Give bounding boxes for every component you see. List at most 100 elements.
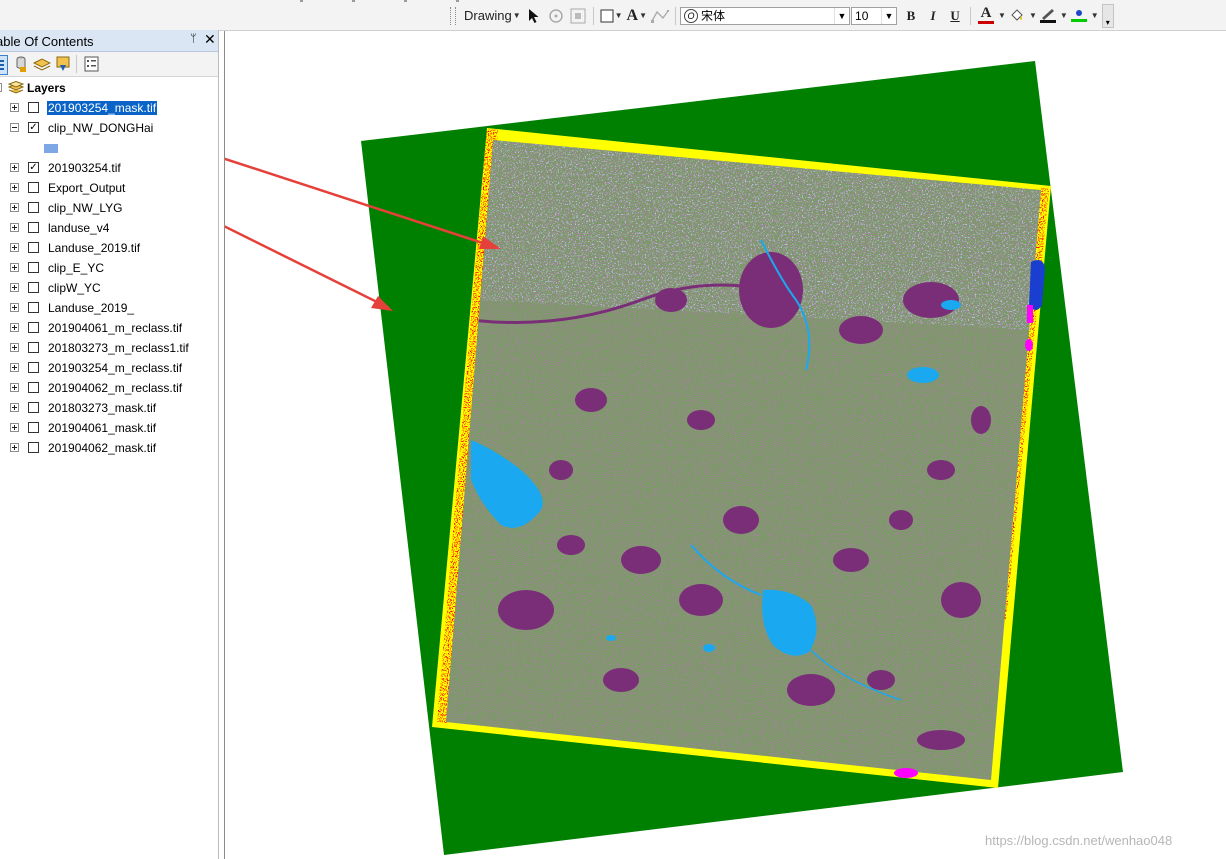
layer-visibility-checkbox[interactable] [28,262,39,273]
expand-icon[interactable] [10,443,19,452]
toolbar-handle[interactable] [450,6,456,25]
layer-name[interactable]: 201904062_m_reclass.tif [47,381,183,395]
expand-icon[interactable] [10,163,19,172]
rotate-icon[interactable] [547,6,565,26]
layer-visibility-checkbox[interactable] [28,302,39,313]
toc-title-bar[interactable]: able Of Contents ᛘ ✕ [0,30,218,52]
expand-icon[interactable] [10,203,19,212]
options-icon[interactable] [83,55,101,73]
layer-visibility-checkbox[interactable] [28,442,39,453]
layers-root[interactable]: Layers [0,78,218,98]
select-elements-icon[interactable] [525,6,543,26]
layer-row[interactable]: Export_Output [0,178,218,198]
chevron-down-icon[interactable]: ▼ [1091,11,1099,20]
layer-visibility-checkbox[interactable] [28,182,39,193]
layer-name[interactable]: 201904061_mask.tif [47,421,157,435]
chevron-down-icon[interactable]: ▼ [1060,11,1068,20]
layer-name[interactable]: 201903254.tif [47,161,122,175]
layer-visibility-checkbox[interactable] [28,362,39,373]
layer-visibility-checkbox[interactable]: ✓ [28,122,39,133]
layer-row[interactable]: 201904062_m_reclass.tif [0,378,218,398]
list-by-drawing-order-icon[interactable] [0,55,8,75]
layer-name[interactable]: 201803273_m_reclass1.tif [47,341,190,355]
layer-name[interactable]: 201904062_mask.tif [47,441,157,455]
layer-row[interactable]: 201903254_mask.tif [0,98,218,118]
line-color-icon[interactable] [1039,6,1057,26]
layer-visibility-checkbox[interactable] [28,102,39,113]
font-size-select[interactable]: 10 ▼ [851,6,898,25]
layer-visibility-checkbox[interactable] [28,342,39,353]
layer-row[interactable]: clipW_YC [0,278,218,298]
toolbar-overflow-icon[interactable]: ▾ [1101,3,1114,28]
expand-icon[interactable] [10,423,19,432]
close-icon[interactable]: ✕ [204,31,216,48]
font-color-button[interactable]: A [977,6,995,26]
layer-row[interactable]: Landuse_2019.tif [0,238,218,258]
layer-row[interactable]: 201904062_mask.tif [0,438,218,458]
layer-row[interactable]: Landuse_2019_ [0,298,218,318]
layer-name[interactable]: Landuse_2019.tif [47,241,141,255]
layer-row[interactable]: clip_NW_LYG [0,198,218,218]
expand-icon[interactable] [10,103,19,112]
expand-icon[interactable] [10,183,19,192]
layer-name[interactable]: clip_NW_LYG [47,201,123,215]
layer-name[interactable]: 201803273_mask.tif [47,401,157,415]
layer-row[interactable]: 201803273_mask.tif [0,398,218,418]
layer-name[interactable]: 201903254_mask.tif [47,101,158,115]
underline-button[interactable]: U [946,6,964,26]
list-by-source-icon[interactable] [12,55,30,73]
list-by-selection-icon[interactable] [54,55,72,73]
expand-icon[interactable] [10,383,19,392]
expand-icon[interactable] [10,223,19,232]
layers-root-expander[interactable] [0,83,2,92]
rectangle-tool-icon[interactable]: ▼ [600,6,623,26]
layer-visibility-checkbox[interactable] [28,222,39,233]
layer-visibility-checkbox[interactable] [28,402,39,413]
layer-row[interactable]: 201803273_m_reclass1.tif [0,338,218,358]
list-by-visibility-icon[interactable] [32,55,52,73]
expand-icon[interactable] [10,363,19,372]
pin-icon[interactable]: ᛘ [190,33,197,45]
italic-button[interactable]: I [924,6,942,26]
expand-icon[interactable] [10,263,19,272]
layer-visibility-checkbox[interactable] [28,202,39,213]
layer-row[interactable]: clip_E_YC [0,258,218,278]
zoom-to-selected-icon[interactable] [569,6,587,26]
bold-button[interactable]: B [902,6,920,26]
layer-name[interactable]: clipW_YC [47,281,102,295]
expand-icon[interactable] [10,343,19,352]
font-name-select[interactable]: O 宋体 ▼ [680,6,851,25]
chevron-down-icon[interactable]: ▼ [998,11,1006,20]
layer-name[interactable]: 201903254_m_reclass.tif [47,361,183,375]
layer-name[interactable]: clip_E_YC [47,261,105,275]
layer-name[interactable]: 201904061_m_reclass.tif [47,321,183,335]
map-view[interactable] [224,31,1226,859]
layer-visibility-checkbox[interactable]: ✓ [28,162,39,173]
layer-row[interactable]: ✓ 201903254.tif [0,158,218,178]
layer-row[interactable]: 201904061_m_reclass.tif [0,318,218,338]
edit-vertices-icon[interactable] [651,6,670,26]
drawing-menu[interactable]: Drawing ▼ [464,6,521,26]
expand-icon[interactable] [10,243,19,252]
layer-visibility-checkbox[interactable] [28,282,39,293]
layer-visibility-checkbox[interactable] [28,422,39,433]
expand-icon[interactable] [10,283,19,292]
layer-row[interactable]: 201903254_m_reclass.tif [0,358,218,378]
text-tool-icon[interactable]: A ▼ [627,6,647,26]
layer-row[interactable]: ✓ clip_NW_DONGHai [0,118,218,138]
layer-row[interactable]: landuse_v4 [0,218,218,238]
chevron-down-icon[interactable]: ▼ [1029,11,1037,20]
layer-name[interactable]: clip_NW_DONGHai [47,121,154,135]
layer-name[interactable]: Export_Output [47,181,126,195]
layer-visibility-checkbox[interactable] [28,322,39,333]
layer-name[interactable]: landuse_v4 [47,221,110,235]
layer-visibility-checkbox[interactable] [28,242,39,253]
map-canvas[interactable] [225,31,1226,859]
marker-color-icon[interactable] [1070,6,1088,26]
layer-visibility-checkbox[interactable] [28,382,39,393]
layer-row[interactable]: 201904061_mask.tif [0,418,218,438]
layer-name[interactable]: Landuse_2019_ [47,301,135,315]
collapse-icon[interactable] [10,123,19,132]
fill-color-icon[interactable] [1008,6,1026,26]
expand-icon[interactable] [10,303,19,312]
